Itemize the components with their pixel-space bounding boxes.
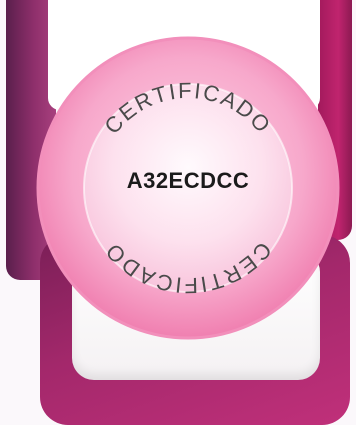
- certificate-code: A32ECDCC: [126, 168, 250, 193]
- certificate-illustration: CERTIFICADO CERTIFICADO A32ECDCC: [0, 0, 356, 425]
